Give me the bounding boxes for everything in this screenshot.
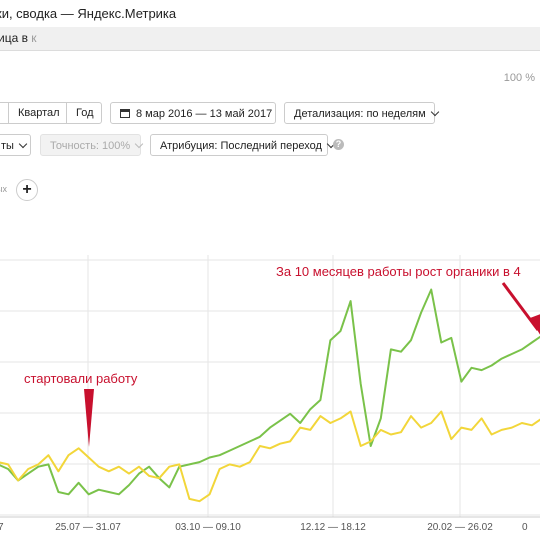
detail-dropdown[interactable]: Детализация: по неделям <box>284 102 439 124</box>
chevron-down-icon <box>134 139 144 149</box>
annotation-growth: За 10 месяцев работы рост органики в 4 <box>276 264 521 279</box>
address-main: ица в <box>0 31 32 45</box>
series-line-yellow <box>0 410 540 503</box>
x-tick-label: 12.12 — 18.12 <box>300 522 366 533</box>
visits-dropdown[interactable]: ты <box>0 134 31 156</box>
accuracy-label: Точность: 100% <box>50 140 131 152</box>
x-tick-label: 20.02 — 26.02 <box>427 522 493 533</box>
accuracy-dropdown: Точность: 100% <box>40 134 144 156</box>
add-segment-button[interactable]: + <box>16 179 38 201</box>
x-tick-label: 03.10 — 09.10 <box>175 522 241 533</box>
x-tick-label-cut-left: 7 <box>0 522 4 533</box>
x-axis-ticks: 25.07 — 31.07 03.10 — 09.10 12.12 — 18.12 2… <box>0 522 528 533</box>
detail-label: Детализация: по неделям <box>294 108 426 120</box>
attribution-dropdown[interactable]: Атрибуция: Последний переход <box>150 134 336 156</box>
window-title-bar: ки, сводка — Яндекс.Метрика <box>0 0 540 27</box>
chevron-down-icon <box>430 107 439 117</box>
segment-cut-label: ых <box>0 184 7 194</box>
visits-label: ты <box>1 140 14 152</box>
date-range-label: 8 мар 2016 — 13 май 2017 <box>136 108 273 120</box>
calendar-icon <box>120 109 130 118</box>
zoom-indicator: 100 % <box>503 72 535 84</box>
address-faded: к <box>31 31 37 45</box>
date-range-picker[interactable]: 8 мар 2016 — 13 май 2017 <box>110 102 276 124</box>
attribution-label: Атрибуция: Последний переход <box>160 140 322 152</box>
chart-grid <box>0 255 540 518</box>
address-bar[interactable]: ица в к <box>0 27 540 51</box>
arrow-growth-shaft <box>501 282 540 331</box>
x-tick-label: 25.07 — 31.07 <box>55 522 121 533</box>
address-text[interactable]: ица в к <box>0 27 37 50</box>
arrow-start-marker <box>84 389 94 447</box>
period-button-quarter[interactable]: Квартал <box>8 102 67 124</box>
x-tick-label-cut: 0 <box>522 522 528 533</box>
chevron-down-icon <box>18 139 28 149</box>
window-title: ки, сводка — Яндекс.Метрика <box>0 6 177 21</box>
arrow-growth-head <box>530 314 540 335</box>
period-button-year[interactable]: Год <box>66 102 102 124</box>
help-icon[interactable]: ? <box>333 139 344 150</box>
annotation-start: стартовали работу <box>24 371 138 386</box>
traffic-line-chart: 25.07 — 31.07 03.10 — 09.10 12.12 — 18.12 2… <box>0 255 540 533</box>
